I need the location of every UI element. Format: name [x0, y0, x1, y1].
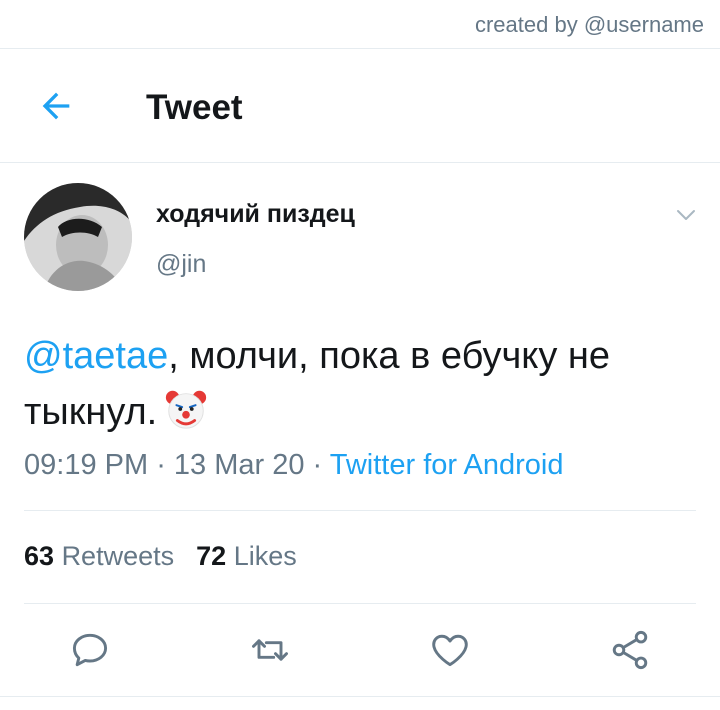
tweet-text: @taetae, молчи, пока в ебучку не тыкнул. [24, 328, 684, 440]
back-arrow-icon[interactable] [36, 86, 76, 126]
tweet-stats: 63 Retweets 72 Likes [24, 541, 297, 572]
action-bar [0, 624, 720, 680]
watermark: created by @username [474, 12, 704, 37]
mention-link[interactable]: @taetae [24, 335, 168, 377]
meta-separator: · [304, 449, 330, 481]
likes-count: 72 [196, 541, 227, 571]
tweet-date: 13 Mar 20 [173, 449, 305, 481]
meta-separator: · [148, 449, 174, 481]
chevron-down-icon[interactable] [674, 203, 698, 227]
avatar[interactable] [24, 183, 132, 291]
bottom-divider [0, 696, 720, 697]
header-divider [0, 162, 720, 163]
likes-label: Likes [233, 541, 297, 571]
retweets-label: Retweets [61, 541, 175, 571]
avatar-photo [24, 183, 132, 291]
retweets-stat[interactable]: 63 Retweets [24, 541, 174, 571]
share-icon[interactable] [608, 628, 652, 672]
page-title: Tweet [146, 88, 243, 127]
retweet-icon[interactable] [248, 628, 292, 672]
tweet-source-link[interactable]: Twitter for Android [330, 449, 564, 481]
author-handle[interactable]: @jin [156, 250, 206, 279]
retweets-count: 63 [24, 541, 55, 571]
stats-divider [24, 603, 696, 604]
tweet-meta: 09:19 PM · 13 Mar 20 · Twitter for Andro… [24, 449, 563, 482]
meta-divider [24, 510, 696, 511]
reply-icon[interactable] [68, 628, 112, 672]
header-bar: Tweet [0, 48, 720, 162]
likes-stat[interactable]: 72 Likes [196, 541, 297, 571]
like-heart-icon[interactable] [428, 628, 472, 672]
author-display-name[interactable]: ходячий пиздец [156, 200, 355, 229]
tweet-time: 09:19 PM [24, 449, 149, 481]
clown-face-icon [166, 390, 207, 429]
